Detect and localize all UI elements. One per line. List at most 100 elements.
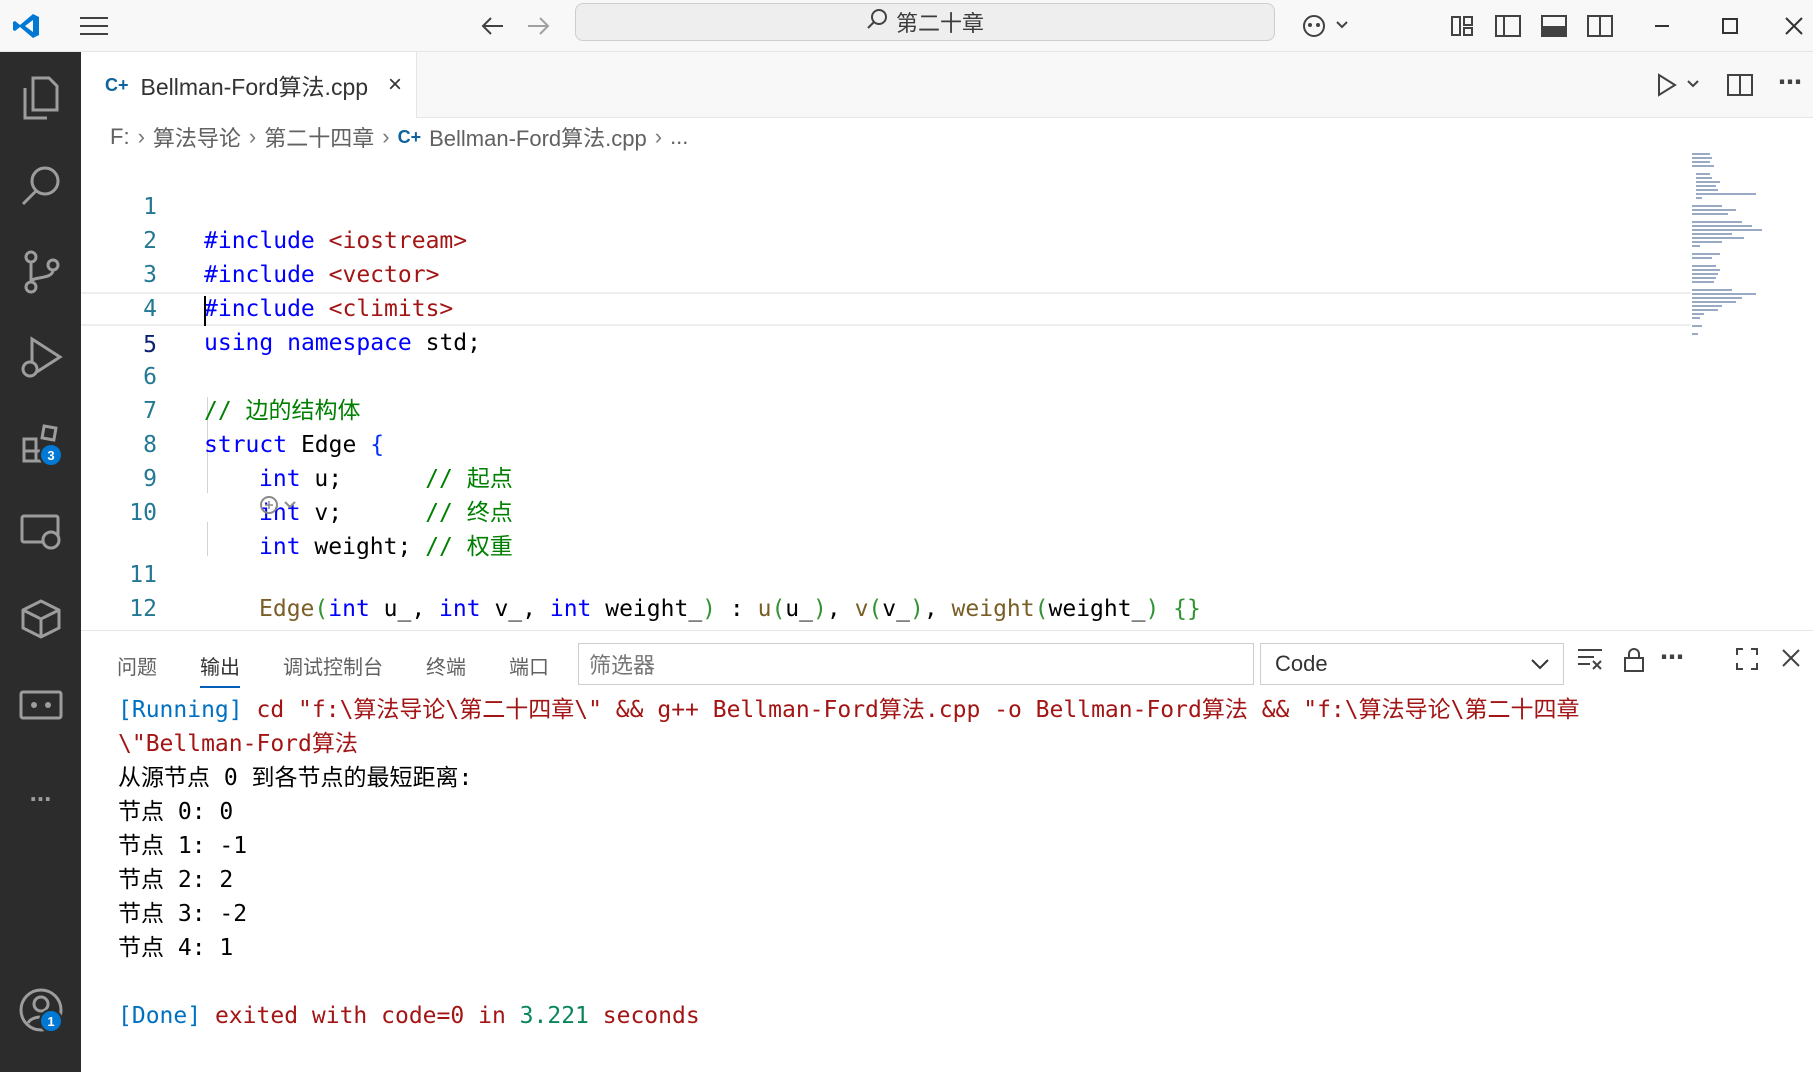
minimap-line (1692, 269, 1720, 271)
done-text: exited with (214, 1003, 368, 1029)
minimap-line (1696, 181, 1720, 183)
chevron-right-icon: › (654, 124, 663, 149)
minimap-line (1692, 241, 1722, 243)
toggle-panel-icon[interactable] (1536, 0, 1572, 52)
activity-bar: 3 ... 1 (0, 52, 81, 1072)
close-panel-icon[interactable] (1781, 647, 1801, 675)
more-actions-icon[interactable]: ⋯ (1771, 56, 1809, 108)
code-line: 6 // 边的结构体 (81, 326, 1691, 424)
minimap[interactable] (1692, 153, 1802, 335)
minimize-icon[interactable] (1640, 0, 1684, 52)
done-code: code=0 (381, 1003, 465, 1029)
breadcrumb-symbol[interactable]: ... (670, 124, 688, 150)
minimap-line (1692, 325, 1702, 327)
search-icon (866, 8, 888, 36)
tab-output[interactable]: 输出 (200, 651, 240, 688)
output-result-line: 节点 0: 0 (118, 799, 234, 825)
close-tab-icon[interactable]: × (388, 71, 402, 99)
output-running-line: [Running] cd "f:\算法导论\第二十四章\" && g++ Bel… (118, 693, 1579, 727)
maximize-icon[interactable] (1708, 0, 1752, 52)
tab-ports[interactable]: 端口 (509, 651, 549, 680)
more-views-icon[interactable]: ... (0, 752, 81, 832)
copilot-code-lens-icon[interactable] (259, 494, 299, 521)
tab-debug-console[interactable]: 调试控制台 (283, 651, 383, 680)
minimap-line (1696, 185, 1716, 187)
text-cursor (204, 296, 206, 326)
output-result-header: 从源节点 0 到各节点的最短距离: (118, 765, 473, 791)
minimap-line (1692, 289, 1732, 291)
output-running-line-cont: \"Bellman-Ford算法 (118, 731, 358, 757)
minimap-line (1692, 253, 1720, 255)
back-arrow-icon[interactable] (475, 0, 511, 52)
explorer-icon[interactable] (0, 58, 81, 138)
forward-arrow-icon[interactable] (520, 0, 556, 52)
done-time: 3.221 (519, 1003, 589, 1029)
cpp-file-icon: C+ (397, 126, 422, 147)
running-tag: [Running] (118, 697, 243, 723)
command-center-search[interactable]: 第二十章 (575, 3, 1275, 41)
minimap-line (1692, 153, 1710, 155)
output-result-line: 节点 1: -1 (118, 833, 248, 859)
menu-icon[interactable] (74, 0, 114, 52)
package-icon[interactable] (0, 578, 81, 658)
run-debug-icon[interactable] (0, 318, 81, 398)
minimap-line (1692, 257, 1712, 259)
minimap-line (1692, 225, 1752, 227)
extensions-icon[interactable] (0, 404, 81, 484)
run-code-icon[interactable] (1651, 59, 1709, 111)
minimap-line (1692, 317, 1700, 319)
tab-problems[interactable]: 问题 (117, 651, 157, 680)
source-control-icon[interactable] (0, 232, 81, 312)
remote-explorer-icon[interactable] (0, 492, 81, 572)
customize-layout-icon[interactable] (1444, 0, 1480, 52)
minimap-line (1692, 277, 1716, 279)
minimap-line (1692, 309, 1718, 311)
toggle-secondary-sidebar-icon[interactable] (1582, 0, 1618, 52)
current-line: 5 (81, 292, 1691, 358)
code-editor[interactable]: 1 #include <iostream> 2 #include <vector… (81, 156, 1813, 656)
tab-terminal[interactable]: 终端 (426, 651, 466, 680)
output-filter-input[interactable]: 筛选器 (578, 643, 1254, 685)
close-window-icon[interactable] (1775, 0, 1813, 52)
minimap-line (1692, 209, 1736, 211)
maximize-panel-icon[interactable] (1735, 647, 1759, 678)
chevron-right-icon: › (382, 124, 390, 149)
lock-scroll-icon[interactable] (1623, 647, 1645, 680)
breadcrumb-drive[interactable]: F: (110, 124, 130, 150)
accounts-icon[interactable] (0, 970, 81, 1050)
output-result-line: 节点 4: 1 (118, 935, 234, 961)
minimap-line (1692, 229, 1762, 231)
minimap-line (1692, 237, 1744, 239)
minimap-line (1692, 333, 1698, 335)
tab-bellman-ford-cpp[interactable]: C+ Bellman-Ford算法.cpp × (81, 52, 417, 118)
cpp-file-icon: C+ (105, 74, 129, 95)
done-tag: [Done] (118, 1003, 202, 1029)
minimap-line (1692, 305, 1722, 307)
minimap-line (1692, 273, 1718, 275)
code-line: 13 (81, 592, 1691, 656)
clear-output-icon[interactable] (1577, 647, 1603, 678)
breadcrumb-file[interactable]: Bellman-Ford算法.cpp (429, 121, 647, 153)
code-line: 11 Edge(int u_, int v_, int weight_) : u… (81, 524, 1691, 622)
output-result-line: 节点 2: 2 (118, 867, 234, 893)
output-channel-select[interactable]: Code (1260, 643, 1564, 685)
title-bar: 第二十章 (0, 0, 1813, 52)
code-line: 9 int v; // 终点 (81, 428, 1691, 526)
split-editor-icon[interactable] (1721, 59, 1759, 111)
bottom-panel: 问题 输出 调试控制台 终端 端口 筛选器 Code ⋯ [Running] c… (81, 630, 1813, 1072)
accounts-badge: 1 (39, 1009, 63, 1033)
copilot-icon[interactable] (1297, 0, 1353, 52)
channel-value: Code (1275, 651, 1328, 676)
search-view-icon[interactable] (0, 146, 81, 226)
more-actions-icon[interactable]: ⋯ (1660, 643, 1684, 672)
code-line: 12 }; (81, 558, 1691, 656)
minimap-line (1692, 301, 1736, 303)
breadcrumb-folder-2[interactable]: 第二十四章 (264, 121, 374, 153)
output-result-line: 节点 3: -2 (118, 901, 248, 927)
testing-icon[interactable] (0, 666, 81, 746)
breadcrumb-folder-1[interactable]: 算法导论 (153, 121, 241, 153)
minimap-line (1696, 193, 1756, 195)
minimap-line (1696, 173, 1710, 175)
toggle-sidebar-icon[interactable] (1490, 0, 1526, 52)
vscode-logo-icon (0, 0, 52, 52)
